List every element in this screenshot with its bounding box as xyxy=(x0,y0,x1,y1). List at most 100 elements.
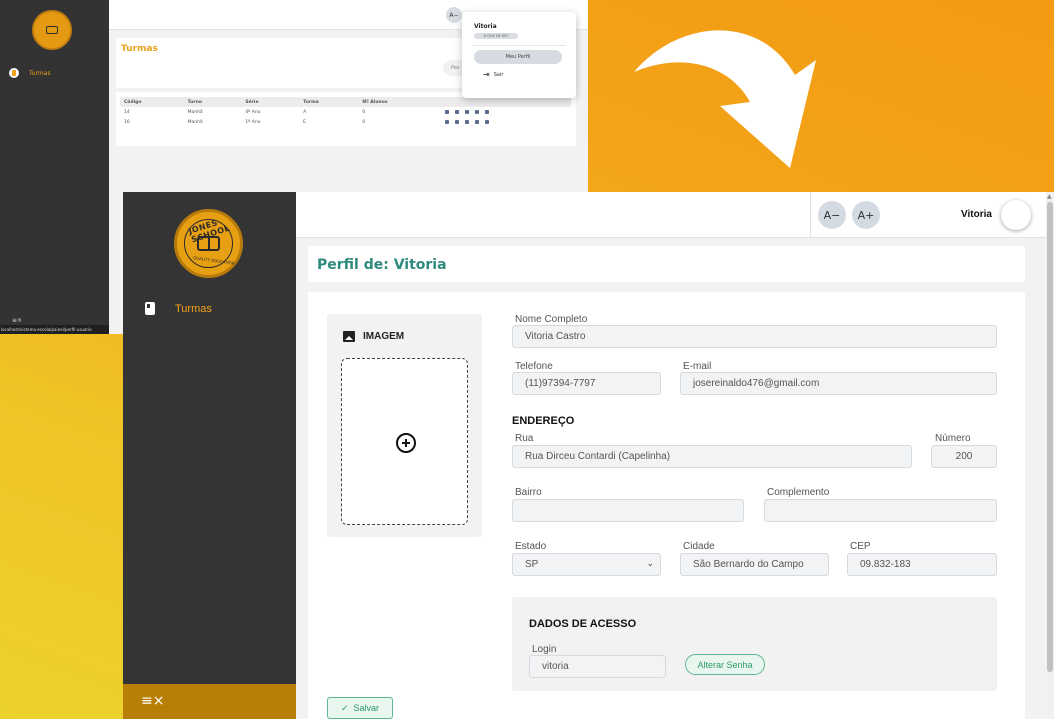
save-button[interactable]: ✓ Salvar xyxy=(327,697,393,719)
table-cell: 14 xyxy=(124,109,130,115)
small-meu-perfil-button[interactable]: Meu Perfil xyxy=(474,50,562,64)
small-dropdown-divider xyxy=(472,45,566,46)
rua-label: Rua xyxy=(515,433,534,444)
user-icon[interactable] xyxy=(465,110,470,114)
acesso-title: DADOS DE ACESSO xyxy=(529,618,637,630)
table-cell: 4º Ano xyxy=(245,109,261,115)
estado-label: Estado xyxy=(515,541,547,552)
table-cell: Manhã xyxy=(187,119,203,125)
small-sidebar: Turmas ≡× localhost/sistema-escola/paine… xyxy=(0,0,109,334)
table-header: Turma xyxy=(299,97,359,107)
small-page-title: Turmas xyxy=(121,44,158,54)
complemento-label: Complemento xyxy=(767,487,830,498)
small-table-card: Código Turno Série Turma Nº Alunos 14 Manhã 4º… xyxy=(116,92,576,146)
nome-label: Nome Completo xyxy=(515,314,588,325)
table-row: 16 Manhã 1º Ano E 0 xyxy=(120,117,571,127)
small-nav-label: Turmas xyxy=(29,69,51,77)
small-dropdown-badge: D DUE DE REF xyxy=(474,33,518,39)
delete-icon[interactable] xyxy=(485,120,490,124)
cep-label: CEP xyxy=(850,541,871,552)
sidebar-item-turmas[interactable]: Turmas xyxy=(145,302,212,315)
edit-icon[interactable] xyxy=(445,110,450,114)
small-user-dropdown: Vitoria D DUE DE REF Meu Perfil ⇥ Sair xyxy=(462,12,576,98)
edit-icon[interactable] xyxy=(445,120,450,124)
scrollbar[interactable]: ▲ xyxy=(1046,192,1054,719)
table-cell: 16 xyxy=(124,119,130,125)
table-header: Turno xyxy=(183,97,242,107)
small-dropdown-name: Vitoria xyxy=(474,23,497,30)
table-header: Código xyxy=(120,97,184,107)
students-icon[interactable] xyxy=(455,110,460,114)
scroll-up-icon[interactable]: ▲ xyxy=(1047,193,1052,200)
table-cell: 0 xyxy=(362,109,366,115)
bairro-label: Bairro xyxy=(515,487,542,498)
image-card: IMAGEM xyxy=(327,314,482,537)
row-actions xyxy=(441,107,571,117)
menu-toggle-icon[interactable]: ≡× xyxy=(141,693,164,709)
access-section: DADOS DE ACESSO Login vitoria Alterar Se… xyxy=(512,597,997,691)
small-menu-toggle-icon[interactable]: ≡× xyxy=(12,317,22,324)
calendar-icon[interactable] xyxy=(475,110,480,114)
telefone-label: Telefone xyxy=(515,361,553,372)
cidade-label: Cidade xyxy=(683,541,715,552)
numero-field[interactable]: 200 xyxy=(931,445,997,468)
login-field[interactable]: vitoria xyxy=(529,655,666,678)
bairro-field[interactable] xyxy=(512,499,744,522)
rua-field[interactable]: Rua Dirceu Contardi (Capelinha) xyxy=(512,445,912,468)
cidade-field[interactable]: São Bernardo do Campo xyxy=(680,553,829,576)
endereco-title: ENDEREÇO xyxy=(512,415,575,427)
row-actions xyxy=(441,117,571,127)
nome-field[interactable]: Vitoria Castro xyxy=(512,325,997,348)
user-icon[interactable] xyxy=(465,120,470,124)
students-icon[interactable] xyxy=(455,120,460,124)
logout-icon: ⇥ xyxy=(483,70,490,79)
user-name: Vitoria xyxy=(961,209,992,220)
table-cell: A xyxy=(303,109,307,115)
profile-window: JONES SCHOOL QUALITY EDUCATION Turmas ≡×… xyxy=(123,192,1054,719)
change-password-button[interactable]: Alterar Senha xyxy=(685,654,765,675)
table-header: Série xyxy=(241,97,300,107)
calendar-icon[interactable] xyxy=(475,120,480,124)
check-icon: ✓ xyxy=(340,702,349,713)
small-turmas-icon xyxy=(9,68,19,78)
turmas-icon xyxy=(145,302,155,315)
font-decrease-button[interactable]: A− xyxy=(818,201,846,229)
telefone-field[interactable]: (11)97394-7797 xyxy=(512,372,661,395)
title-card: Perfil de: Vitoria xyxy=(308,246,1025,282)
add-circle-icon[interactable] xyxy=(396,433,416,453)
estado-select[interactable]: SP ⌄ xyxy=(512,553,661,576)
book-icon xyxy=(197,236,220,251)
small-status-url: localhost/sistema-escola/painel/perfil-u… xyxy=(0,325,109,334)
table-cell: 0 xyxy=(362,119,366,125)
chevron-down-icon: ⌄ xyxy=(646,558,654,568)
profile-form: IMAGEM Nome Completo Vitoria Castro Tele… xyxy=(308,292,1025,719)
small-logout-button[interactable]: ⇥ Sair xyxy=(483,70,503,79)
image-label: IMAGEM xyxy=(363,331,405,342)
image-icon xyxy=(343,331,355,342)
login-label: Login xyxy=(532,644,557,655)
sidebar-footer: ≡× xyxy=(123,684,296,719)
cep-field[interactable]: 09.832-183 xyxy=(847,553,997,576)
table-header: Nº Alunos xyxy=(358,97,442,107)
email-field[interactable]: josereinaldo476@gmail.com xyxy=(680,372,997,395)
small-nav-turmas[interactable]: Turmas xyxy=(9,68,51,78)
estado-value: SP xyxy=(525,559,539,570)
sidebar-item-label: Turmas xyxy=(175,302,212,315)
page-title: Perfil de: Vitoria xyxy=(317,257,447,273)
font-increase-button[interactable]: A+ xyxy=(852,201,880,229)
curved-arrow-icon xyxy=(634,30,816,169)
topbar: A− A+ Vitoria xyxy=(296,192,1046,238)
table-cell: E xyxy=(303,119,306,125)
small-font-decrease-button[interactable]: A− xyxy=(446,7,462,23)
image-upload-area[interactable] xyxy=(341,358,468,525)
email-label: E-mail xyxy=(683,361,712,372)
scrollbar-thumb[interactable] xyxy=(1047,202,1053,672)
avatar[interactable] xyxy=(1001,200,1031,230)
table-row: 14 Manhã 4º Ano A 0 xyxy=(120,107,571,117)
complemento-field[interactable] xyxy=(764,499,997,522)
save-label: Salvar xyxy=(353,703,380,713)
table-cell: 1º Ano xyxy=(245,119,261,125)
small-turmas-table: Código Turno Série Turma Nº Alunos 14 Manhã 4º… xyxy=(120,97,571,127)
delete-icon[interactable] xyxy=(485,110,490,114)
topbar-divider xyxy=(810,192,811,238)
